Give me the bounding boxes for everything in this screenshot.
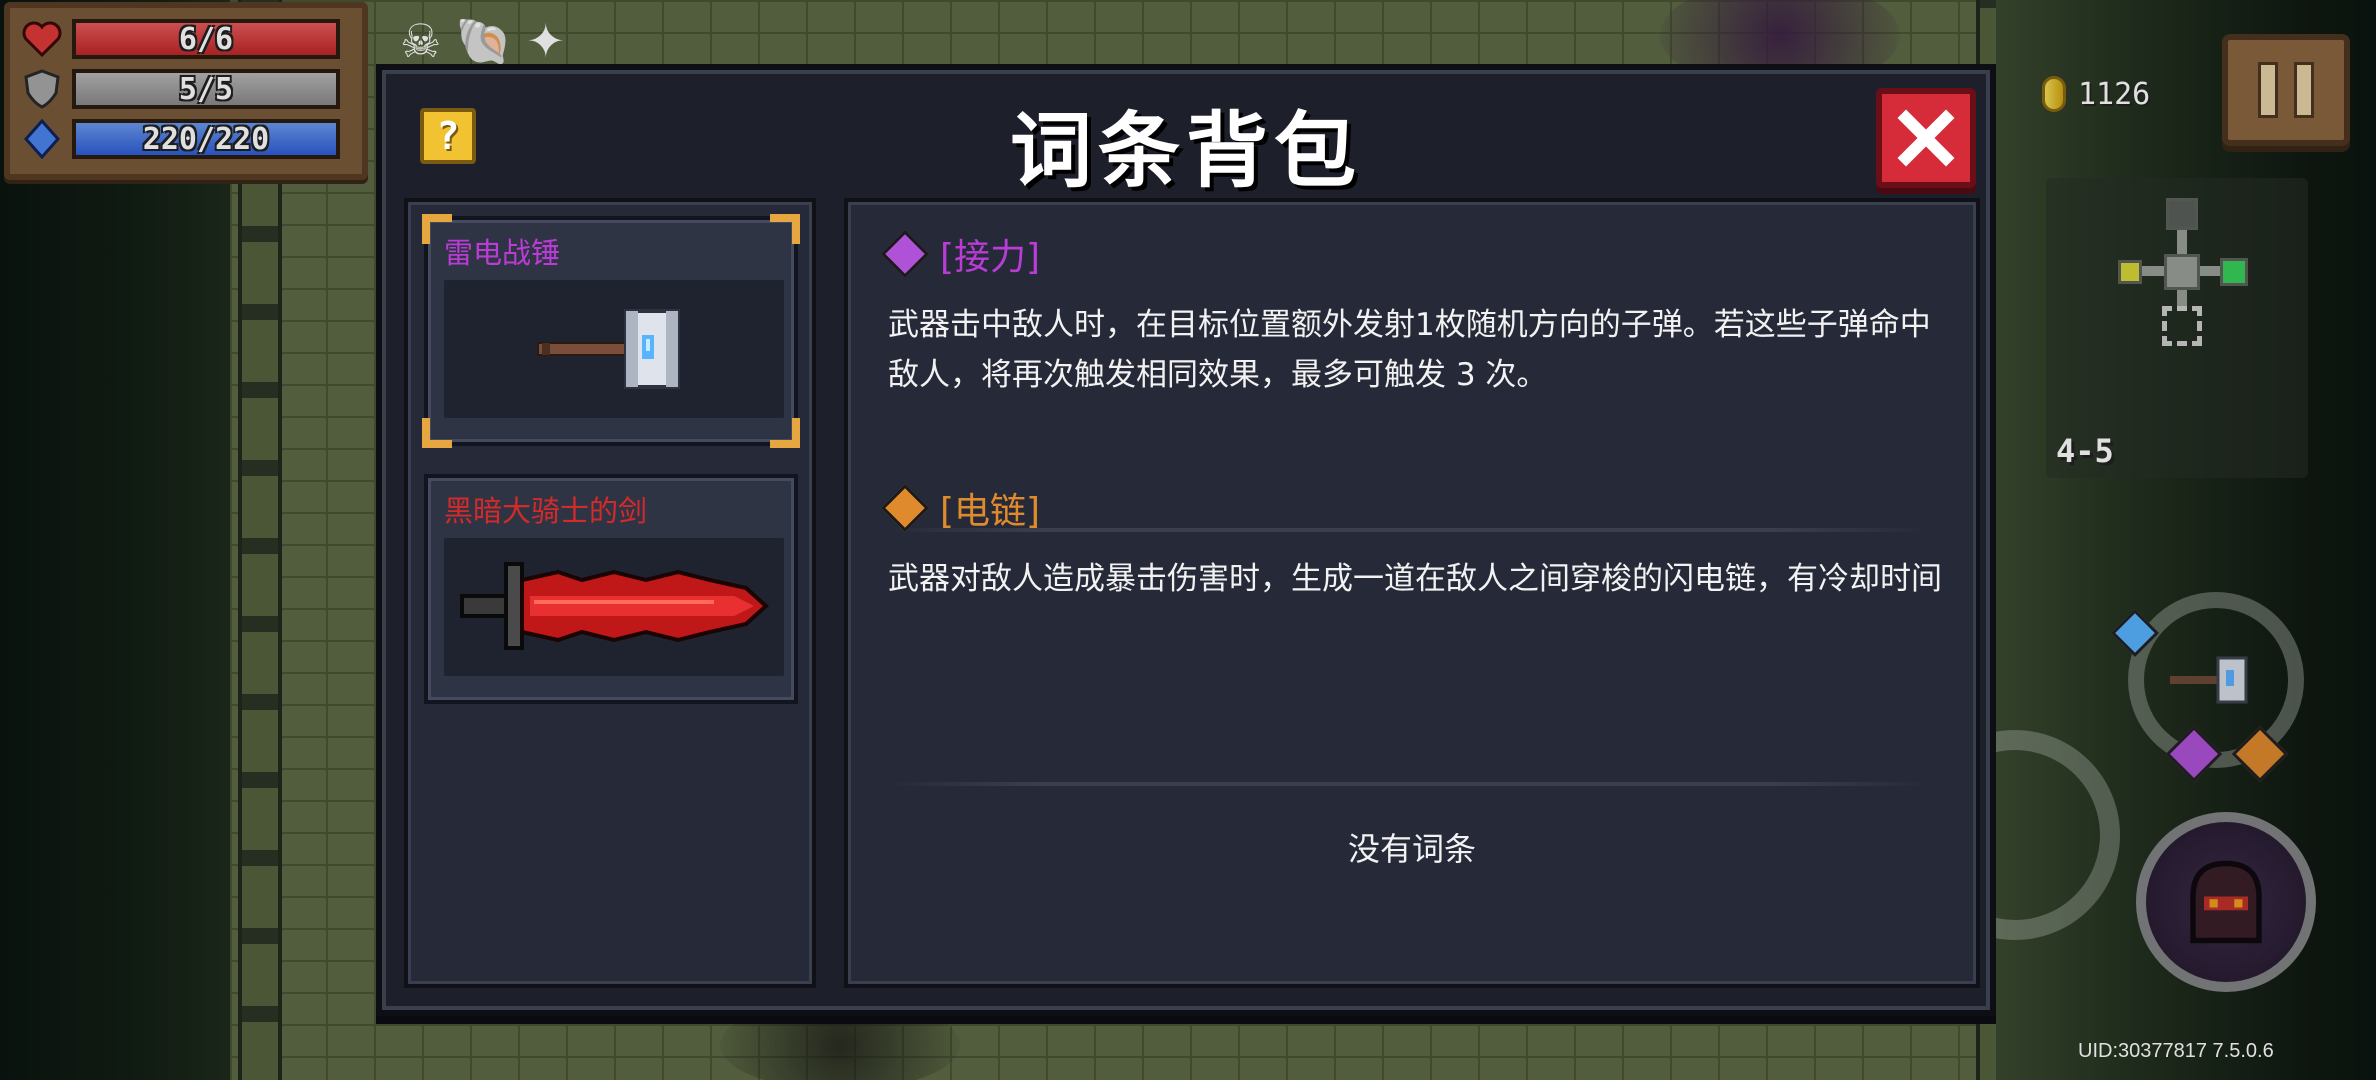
- selection-corner: [770, 418, 800, 448]
- selection-corner: [422, 418, 452, 448]
- affix-bag-dialog: ? 词条背包 雷电战锤 黑暗大骑士的剑 [接力] 武器击中敌人时，在目标位置额外…: [376, 64, 1996, 1016]
- affix-header: [电链]: [880, 478, 1946, 538]
- weapon-card-dark-knight-sword[interactable]: 黑暗大骑士的剑: [424, 474, 798, 704]
- close-icon: [1897, 109, 1955, 167]
- dark-knight-sword-icon: [460, 562, 769, 650]
- purple-gem-icon: [880, 229, 930, 279]
- affix-detail-panel: [接力] 武器击中敌人时，在目标位置额外发射1枚随机方向的子弹。若这些子弹命中敌…: [844, 198, 1980, 988]
- weapon-image: [444, 280, 784, 418]
- affix-description: 武器对敌人造成暴击伤害时，生成一道在敌人之间穿梭的闪电链，有冷却时间: [888, 561, 1942, 597]
- affix-header: [接力]: [880, 224, 1946, 284]
- thunder-hammer-icon: [537, 309, 680, 389]
- weapon-list: 雷电战锤 黑暗大骑士的剑: [404, 198, 868, 988]
- weapon-card-thunder-hammer[interactable]: 雷电战锤: [422, 214, 800, 448]
- orange-gem-icon: [880, 483, 930, 533]
- divider: [888, 782, 1928, 786]
- affix-entry: [接力] 武器击中敌人时，在目标位置额外发射1枚随机方向的子弹。若这些子弹命中敌…: [880, 224, 1946, 400]
- weapon-name: 雷电战锤: [444, 236, 561, 270]
- weapon-name: 黑暗大骑士的剑: [444, 494, 648, 528]
- affix-name: [接力]: [940, 237, 1041, 278]
- weapon-image: [444, 538, 784, 676]
- empty-affix-text: 没有词条: [1347, 830, 1476, 868]
- affix-description: 武器击中敌人时，在目标位置额外发射1枚随机方向的子弹。若这些子弹命中敌人，将再次…: [888, 307, 1931, 393]
- dialog-title: 词条背包: [1009, 104, 1362, 199]
- affix-entry: [电链] 武器对敌人造成暴击伤害时，生成一道在敌人之间穿梭的闪电链，有冷却时间: [880, 478, 1946, 604]
- affix-name: [电链]: [940, 491, 1041, 532]
- close-button[interactable]: [1876, 88, 1976, 188]
- selection-corner: [770, 214, 800, 244]
